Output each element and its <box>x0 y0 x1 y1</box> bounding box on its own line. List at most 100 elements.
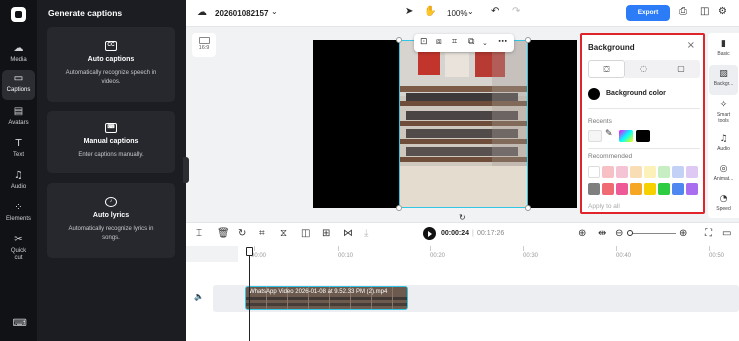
hand-tool-icon[interactable]: ✋ <box>424 6 436 17</box>
settings-icon[interactable]: ⚙ <box>718 6 727 17</box>
zoom-slider-track[interactable] <box>630 233 676 234</box>
speaker-icon[interactable]: 🔈 <box>194 292 204 301</box>
video-preview[interactable] <box>399 40 528 208</box>
color-picker-swatch[interactable] <box>619 130 633 142</box>
crop-frame-icon[interactable]: ⊡ <box>420 37 428 47</box>
comment-icon[interactable]: ▭ <box>722 228 731 239</box>
layout-icon[interactable]: ◫ <box>700 6 709 17</box>
avatar-icon: ▤ <box>13 106 24 117</box>
recent-swatch-black[interactable] <box>636 130 650 142</box>
split-view-icon[interactable]: ⇹ <box>598 228 606 239</box>
panel-collapse-handle[interactable] <box>183 157 189 183</box>
ratio-label: 16:9 <box>198 45 210 51</box>
app-logo[interactable] <box>11 7 26 22</box>
resize-handle[interactable] <box>525 205 531 211</box>
cc-icon: CC <box>105 41 117 51</box>
tab-image[interactable]: ▢ <box>662 60 700 78</box>
resize-handle[interactable] <box>525 37 531 43</box>
recommended-swatch[interactable] <box>672 183 684 195</box>
print-icon[interactable]: ⎙ <box>679 6 687 17</box>
aspect-ratio-button[interactable]: 16:9 <box>192 33 216 57</box>
resize-handle[interactable] <box>396 205 402 211</box>
recommended-swatch[interactable] <box>602 166 614 178</box>
pointer-tool-icon[interactable]: ➤ <box>405 6 413 17</box>
lyrics-icon: ♪ <box>105 197 117 207</box>
zoom-chevron-icon[interactable]: ⌄ <box>467 7 474 16</box>
zoom-out-icon[interactable]: ⊖ <box>615 228 623 239</box>
mirror-icon[interactable]: ⧖ <box>280 228 287 239</box>
rail-item-background[interactable]: ▨ Backgr... <box>709 65 738 95</box>
chevron-down-icon[interactable]: ⌄ <box>482 39 488 47</box>
rail-item-speed[interactable]: ◔ Speed <box>709 190 738 220</box>
recent-swatch-empty[interactable] <box>588 130 602 142</box>
manual-captions-card[interactable]: ⌨ Manual captions Enter captions manuall… <box>47 111 175 173</box>
recommended-swatch[interactable] <box>588 183 600 195</box>
crop-icon[interactable]: ⌗ <box>259 228 265 239</box>
nav-item-avatars[interactable]: ▤ Avatars <box>2 103 35 133</box>
card-description: Automatically recognize lyrics in songs. <box>68 226 154 241</box>
crop-icon[interactable]: ⌗ <box>452 37 457 47</box>
eyedropper-icon[interactable]: ✎ <box>605 129 613 139</box>
snap-icon[interactable]: ⊕ <box>578 228 586 239</box>
project-name[interactable]: 202601082157 <box>215 9 268 18</box>
auto-lyrics-card[interactable]: ♪ Auto lyrics Automatically recognize ly… <box>47 183 175 258</box>
redo-icon[interactable]: ↷ <box>512 6 520 17</box>
split-icon[interactable]: ⌶ <box>196 228 202 239</box>
resize-handle[interactable] <box>396 37 402 43</box>
tab-color[interactable]: ⛋ <box>588 60 625 78</box>
left-nav-rail: ☁ Media ▭ Captions ▤ Avatars T Text ♫ Au… <box>0 0 37 341</box>
trim-icon[interactable]: ⋈ <box>343 228 353 239</box>
zoom-slider-knob[interactable] <box>627 230 633 236</box>
recommended-swatch[interactable] <box>630 166 642 178</box>
close-icon[interactable]: × <box>687 40 695 51</box>
rotate-icon[interactable]: ↻ <box>459 213 466 222</box>
nav-item-captions[interactable]: ▭ Captions <box>2 70 35 100</box>
playhead[interactable] <box>249 247 250 341</box>
timeline-ruler[interactable]: 00:00 00:10 00:20 00:30 00:40 00:50 <box>238 246 739 262</box>
replay-icon[interactable]: ↻ <box>238 228 246 239</box>
nav-item-elements[interactable]: ⁘ Elements <box>2 199 35 229</box>
nav-item-audio[interactable]: ♫ Audio <box>2 167 35 197</box>
fit-icon[interactable]: ⧈ <box>436 37 442 47</box>
export-button[interactable]: Export <box>626 5 670 21</box>
more-icon[interactable]: ⋯ <box>498 37 507 47</box>
background-color-swatch[interactable] <box>588 88 600 100</box>
recommended-swatch[interactable] <box>630 183 642 195</box>
rail-item-animation[interactable]: ◎ Animat... <box>709 160 738 190</box>
rail-item-audio[interactable]: ♫ Audio <box>709 130 738 160</box>
download-icon[interactable]: ⤓ <box>364 228 368 239</box>
recommended-swatch[interactable] <box>616 183 628 195</box>
recommended-swatch[interactable] <box>658 166 670 178</box>
freeze-icon[interactable]: ⊞ <box>322 228 330 239</box>
recommended-swatch[interactable] <box>672 166 684 178</box>
recommended-swatch[interactable] <box>616 166 628 178</box>
delete-icon[interactable]: 🗑 <box>217 228 230 239</box>
zoom-in-icon[interactable]: ⊕ <box>679 228 687 239</box>
zoom-level[interactable]: 100% <box>447 9 467 18</box>
flip-icon[interactable]: ◫ <box>301 228 310 239</box>
apply-to-all-button[interactable]: Apply to all <box>588 203 620 210</box>
recommended-swatch[interactable] <box>658 183 670 195</box>
undo-icon[interactable]: ↶ <box>491 6 499 17</box>
rail-item-basic[interactable]: ▮ Basic <box>709 35 738 65</box>
rail-item-smart-tools[interactable]: ✧ Smart tools <box>709 96 738 130</box>
recommended-swatch[interactable] <box>644 166 656 178</box>
recommended-swatch[interactable] <box>686 183 698 195</box>
nav-item-text[interactable]: T Text <box>2 135 35 165</box>
nav-item-media[interactable]: ☁ Media <box>2 40 35 70</box>
tab-blur[interactable]: ◌ <box>625 60 662 78</box>
fullscreen-icon[interactable]: ⛶ <box>705 228 712 239</box>
auto-captions-card[interactable]: CC Auto captions Automatically recognize… <box>47 27 175 102</box>
chevron-down-icon[interactable]: ⌄ <box>271 7 278 16</box>
recommended-swatch[interactable] <box>602 183 614 195</box>
recommended-swatch[interactable] <box>588 166 600 178</box>
recommended-swatch[interactable] <box>686 166 698 178</box>
paint-bucket-icon: ⛋ <box>603 65 610 74</box>
recommended-swatch[interactable] <box>644 183 656 195</box>
nav-item-quick-cut[interactable]: ✂ Quick cut <box>2 231 35 267</box>
video-clip[interactable]: WhatsApp Video 2026-01-08 at 9.52.33 PM … <box>245 286 408 310</box>
playhead-handle[interactable] <box>246 247 253 256</box>
nav-item-keyboard[interactable]: ⌨ <box>2 316 35 334</box>
play-button[interactable] <box>423 227 436 240</box>
flip-icon[interactable]: ⧉ <box>468 37 474 47</box>
